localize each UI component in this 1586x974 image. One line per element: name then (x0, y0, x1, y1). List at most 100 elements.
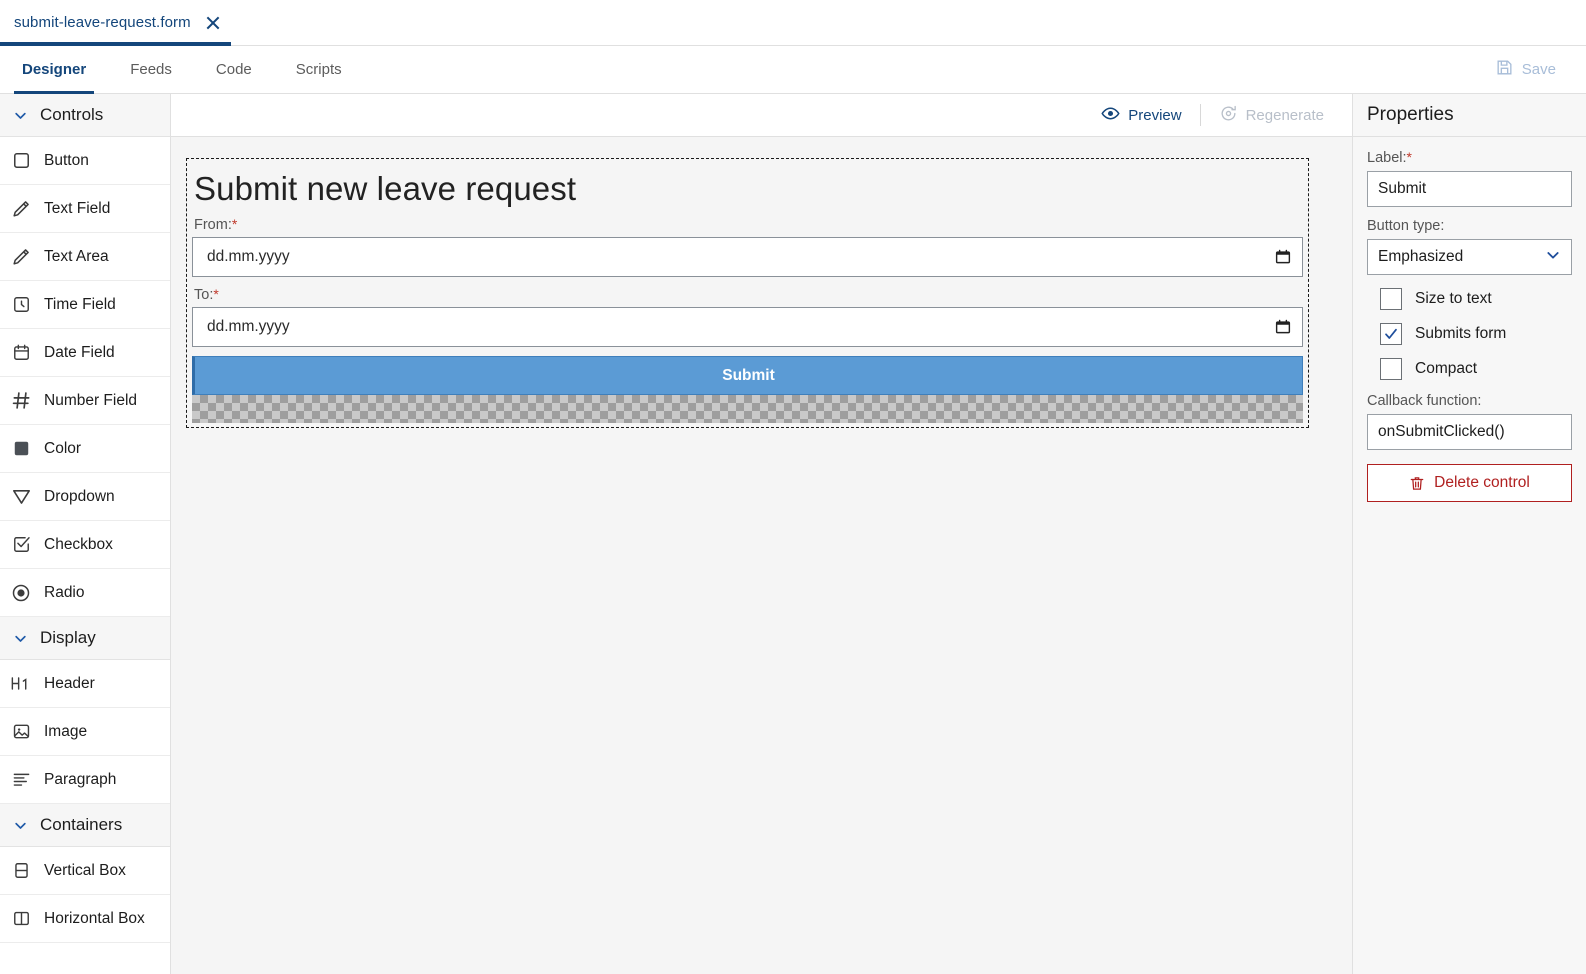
submits-form-checkbox-row[interactable]: Submits form (1380, 323, 1572, 345)
label-field-label-text: Label: (1367, 150, 1407, 166)
refresh-gear-icon (1219, 104, 1238, 127)
palette-item-radio[interactable]: Radio (0, 569, 170, 617)
palette-item-dropdown-label: Dropdown (44, 487, 115, 505)
to-date-placeholder: dd.mm.yyyy (207, 318, 290, 335)
palette-item-image[interactable]: Image (0, 708, 170, 756)
palette-section-display-label: Display (40, 628, 96, 647)
palette-item-text-area-label: Text Area (44, 247, 109, 265)
delete-control-label: Delete control (1434, 474, 1530, 491)
properties-panel: Properties Label:* Submit Button type: E… (1352, 94, 1586, 974)
tab-code[interactable]: Code (194, 46, 274, 93)
palette-section-controls-label: Controls (40, 105, 104, 124)
palette-item-paragraph[interactable]: Paragraph (0, 756, 170, 804)
callback-function-input[interactable]: onSubmitClicked() (1367, 414, 1572, 450)
palette-item-paragraph-label: Paragraph (44, 770, 117, 788)
delete-control-button[interactable]: Delete control (1367, 464, 1572, 502)
palette-section-controls[interactable]: Controls (0, 94, 170, 137)
form-header-control[interactable]: Submit new leave request (194, 170, 1303, 208)
trash-icon (1409, 475, 1425, 492)
palette-item-horizontal-box[interactable]: Horizontal Box (0, 895, 170, 943)
tab-scripts[interactable]: Scripts (274, 46, 364, 93)
callback-function-value: onSubmitClicked() (1378, 423, 1505, 440)
palette-section-containers[interactable]: Containers (0, 804, 170, 847)
check-icon (1385, 328, 1397, 339)
submit-button-control[interactable]: Submit (192, 356, 1303, 395)
required-star: * (213, 286, 219, 302)
canvas-toolbar: Preview Regenerate (171, 94, 1352, 137)
palette-item-checkbox-label: Checkbox (44, 535, 113, 553)
button-type-select[interactable]: Emphasized (1367, 239, 1572, 275)
size-to-text-label: Size to text (1415, 290, 1492, 307)
button-type-label: Button type: (1367, 218, 1445, 234)
palette-item-image-label: Image (44, 722, 88, 740)
tab-feeds[interactable]: Feeds (108, 46, 194, 93)
properties-body: Label:* Submit Button type: Emphasized S… (1353, 137, 1586, 502)
button-type-value: Emphasized (1378, 248, 1464, 265)
triangle-down-icon (10, 486, 32, 508)
preview-button-label: Preview (1128, 106, 1182, 124)
save-button[interactable]: Save (1485, 46, 1586, 93)
save-button-label: Save (1521, 61, 1556, 78)
label-input-value: Submit (1378, 180, 1427, 197)
tab-designer[interactable]: Designer (0, 46, 108, 94)
palette-item-color[interactable]: Color (0, 425, 170, 473)
palette-item-color-label: Color (44, 439, 82, 457)
palette-section-display[interactable]: Display (0, 617, 170, 660)
palette-item-time-field[interactable]: Time Field (0, 281, 170, 329)
from-date-input[interactable]: dd.mm.yyyy (192, 237, 1303, 277)
size-to-text-checkbox-row[interactable]: Size to text (1380, 288, 1572, 310)
required-star: * (1406, 149, 1412, 165)
compact-checkbox[interactable] (1380, 358, 1402, 380)
filled-square-icon (10, 438, 32, 460)
regenerate-button-label: Regenerate (1245, 106, 1324, 124)
callback-function-label: Callback function: (1367, 393, 1482, 409)
palette-item-text-area[interactable]: Text Area (0, 233, 170, 281)
regenerate-button[interactable]: Regenerate (1203, 94, 1340, 136)
palette-item-text-field[interactable]: Text Field (0, 185, 170, 233)
palette-item-date-field[interactable]: Date Field (0, 329, 170, 377)
form-canvas[interactable]: Submit new leave request From:* dd.mm.yy… (171, 137, 1352, 974)
palette-item-text-field-label: Text Field (44, 199, 111, 217)
form-container[interactable]: Submit new leave request From:* dd.mm.yy… (186, 158, 1309, 428)
tab-feeds-label: Feeds (130, 61, 172, 78)
close-icon[interactable] (205, 15, 221, 31)
palette-item-horizontal-box-label: Horizontal Box (44, 909, 145, 927)
heading-h1-icon (10, 673, 32, 695)
file-tab-submit-leave-request[interactable]: submit-leave-request.form (0, 0, 237, 46)
to-field-label: To:* (194, 286, 1303, 303)
submits-form-checkbox[interactable] (1380, 323, 1402, 345)
square-outline-icon (10, 150, 32, 172)
paragraph-lines-icon (10, 769, 32, 791)
to-date-input[interactable]: dd.mm.yyyy (192, 307, 1303, 347)
palette-item-number-field-label: Number Field (44, 391, 138, 409)
pencil-icon (10, 246, 32, 268)
image-icon (10, 721, 32, 743)
main-navbar: Designer Feeds Code Scripts Save (0, 46, 1586, 94)
compact-checkbox-row[interactable]: Compact (1380, 358, 1572, 380)
label-input[interactable]: Submit (1367, 171, 1572, 207)
palette-item-header[interactable]: Header (0, 660, 170, 708)
horizontal-box-icon (10, 908, 32, 930)
preview-button[interactable]: Preview (1085, 94, 1197, 136)
palette-item-button-label: Button (44, 151, 89, 169)
save-disk-icon (1495, 58, 1514, 81)
palette-item-button[interactable]: Button (0, 137, 170, 185)
drop-target-placeholder[interactable] (192, 395, 1303, 423)
palette-item-number-field[interactable]: Number Field (0, 377, 170, 425)
palette-item-dropdown[interactable]: Dropdown (0, 473, 170, 521)
palette-item-vertical-box[interactable]: Vertical Box (0, 847, 170, 895)
palette-item-checkbox[interactable]: Checkbox (0, 521, 170, 569)
calendar-picker-icon[interactable] (1274, 248, 1292, 266)
from-field-label-text: From: (194, 217, 232, 233)
from-field-label: From:* (194, 216, 1303, 233)
hash-icon (10, 390, 32, 412)
pencil-icon (10, 198, 32, 220)
submit-button-label: Submit (722, 366, 775, 384)
eye-icon (1101, 104, 1120, 127)
checkbox-icon (10, 534, 32, 556)
palette-item-header-label: Header (44, 674, 95, 692)
workspace: Controls Button Text Field Text Area Tim (0, 94, 1586, 974)
size-to-text-checkbox[interactable] (1380, 288, 1402, 310)
calendar-picker-icon[interactable] (1274, 318, 1292, 336)
palette-item-date-field-label: Date Field (44, 343, 115, 361)
